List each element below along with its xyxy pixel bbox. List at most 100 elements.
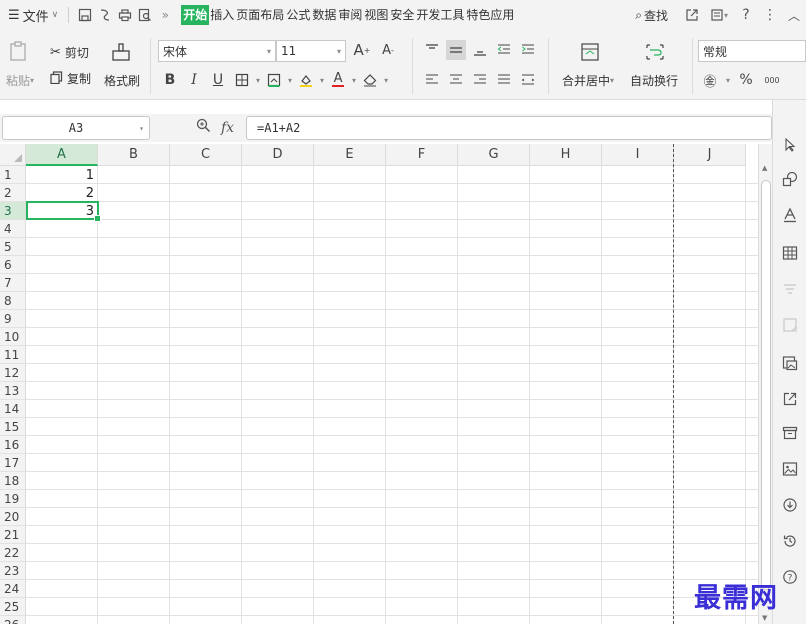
scrollbar-thumb[interactable] (761, 180, 771, 590)
more-options-icon[interactable]: ⋮ (758, 4, 782, 26)
align-middle-icon[interactable] (446, 40, 466, 60)
scroll-up-icon[interactable]: ▲ (762, 164, 767, 172)
print-preview-icon[interactable] (135, 5, 155, 25)
column-header[interactable]: G (458, 144, 530, 166)
column-header[interactable]: C (170, 144, 242, 166)
align-center-icon[interactable] (446, 70, 466, 90)
font-size-select[interactable]: 11 ▾ (276, 40, 346, 62)
wrap-text-button[interactable]: 自动换行 (630, 72, 678, 89)
zoom-icon[interactable] (196, 118, 211, 137)
currency-icon[interactable]: ㊎ (700, 70, 720, 90)
row-header[interactable]: 3 (0, 202, 26, 220)
archive-icon[interactable] (781, 424, 799, 442)
format-painter-icon[interactable] (110, 42, 132, 64)
row-header[interactable]: 4 (0, 220, 26, 238)
tab-insert[interactable]: 插入 (209, 5, 235, 25)
search-button[interactable]: ⌕ 查找 (635, 7, 668, 24)
shapes-icon[interactable] (781, 170, 799, 188)
paste-button[interactable] (8, 40, 30, 62)
font-name-select[interactable]: 宋体 ▾ (158, 40, 276, 62)
row-header[interactable]: 17 (0, 454, 26, 472)
row-header[interactable]: 20 (0, 508, 26, 526)
tab-home[interactable]: 开始 (181, 5, 210, 25)
row-header[interactable]: 24 (0, 580, 26, 598)
increase-font-icon[interactable]: A + (352, 40, 372, 60)
help-circle-icon[interactable]: ? (781, 568, 799, 586)
tab-special-apps[interactable]: 特色应用 (465, 5, 515, 25)
name-box[interactable]: A3 ▾ (2, 116, 150, 140)
share-export-icon[interactable] (781, 390, 799, 408)
column-header[interactable]: D (242, 144, 314, 166)
select-all-button[interactable] (0, 144, 26, 166)
row-header[interactable]: 7 (0, 274, 26, 292)
row-header[interactable]: 23 (0, 562, 26, 580)
select-cursor-icon[interactable] (781, 136, 799, 154)
tab-data[interactable]: 数据 (311, 5, 337, 25)
column-header[interactable]: H (530, 144, 602, 166)
tab-page-layout[interactable]: 页面布局 (235, 5, 285, 25)
row-header[interactable]: 11 (0, 346, 26, 364)
increase-indent-icon[interactable] (518, 40, 538, 60)
row-header[interactable]: 5 (0, 238, 26, 256)
row-header[interactable]: 22 (0, 544, 26, 562)
fill-color-icon[interactable] (296, 70, 316, 90)
history-icon[interactable] (781, 532, 799, 550)
row-header[interactable]: 1 (0, 166, 26, 184)
borders-icon[interactable] (232, 70, 252, 90)
font-color-icon[interactable]: A (328, 70, 348, 90)
spreadsheet-grid[interactable]: A B C D E F G H I J 1 2 3 4 5 6 7 8 9 10 11 12 13 14 15 16 17 18 19 2… (0, 144, 758, 624)
scroll-down-icon[interactable]: ▼ (762, 614, 767, 622)
row-header[interactable]: 18 (0, 472, 26, 490)
copy-button[interactable]: 复制 (50, 70, 91, 87)
insert-function-button[interactable]: fx (221, 120, 234, 136)
vertical-scrollbar[interactable]: ▲ ▼ (758, 144, 772, 624)
bold-button[interactable]: B (160, 70, 180, 90)
tab-formulas[interactable]: 公式 (285, 5, 311, 25)
column-header[interactable]: A (26, 144, 98, 166)
clear-format-icon[interactable] (360, 70, 380, 90)
underline-button[interactable]: U (208, 70, 228, 90)
justify-icon[interactable] (494, 70, 514, 90)
more-quick-access-icon[interactable]: » (155, 5, 175, 25)
column-header[interactable]: F (386, 144, 458, 166)
save-icon[interactable] (75, 5, 95, 25)
file-menu[interactable]: ☰ 文件 ∨ (4, 6, 62, 25)
collaborate-icon[interactable]: ▾ (704, 4, 734, 26)
cut-button[interactable]: ✂ 剪切 (50, 44, 89, 61)
number-format-select[interactable]: 常规 (698, 40, 806, 62)
align-right-icon[interactable] (470, 70, 490, 90)
row-header[interactable]: 8 (0, 292, 26, 310)
fill-pattern-icon[interactable] (264, 70, 284, 90)
cell-a2[interactable]: 2 (26, 184, 98, 202)
column-header[interactable]: B (98, 144, 170, 166)
align-bottom-icon[interactable] (470, 40, 490, 60)
merge-center-button[interactable]: 合并居中 ▾ (562, 72, 614, 89)
row-header[interactable]: 9 (0, 310, 26, 328)
column-header[interactable]: I (602, 144, 674, 166)
distributed-align-icon[interactable] (518, 70, 538, 90)
backup-icon[interactable] (781, 496, 799, 514)
row-header[interactable]: 15 (0, 418, 26, 436)
row-header[interactable]: 2 (0, 184, 26, 202)
row-header[interactable]: 10 (0, 328, 26, 346)
row-header[interactable]: 6 (0, 256, 26, 274)
row-header[interactable]: 16 (0, 436, 26, 454)
row-header[interactable]: 13 (0, 382, 26, 400)
tab-review[interactable]: 审阅 (337, 5, 363, 25)
percent-button[interactable]: % (736, 70, 756, 90)
decrease-indent-icon[interactable] (494, 40, 514, 60)
merge-center-icon[interactable] (580, 42, 600, 62)
tab-security[interactable]: 安全 (389, 5, 415, 25)
format-painter-button[interactable]: 格式刷 (104, 72, 140, 89)
style-icon[interactable] (781, 206, 799, 224)
cell-a1[interactable]: 1 (26, 166, 98, 184)
table-icon[interactable] (781, 244, 799, 262)
tab-view[interactable]: 视图 (363, 5, 389, 25)
picture-gallery-icon[interactable] (781, 354, 799, 372)
export-pdf-icon[interactable] (95, 5, 115, 25)
formula-input[interactable]: =A1+A2 (246, 116, 772, 140)
italic-button[interactable]: I (184, 70, 204, 90)
align-top-icon[interactable] (422, 40, 442, 60)
column-header[interactable]: E (314, 144, 386, 166)
row-header[interactable]: 19 (0, 490, 26, 508)
